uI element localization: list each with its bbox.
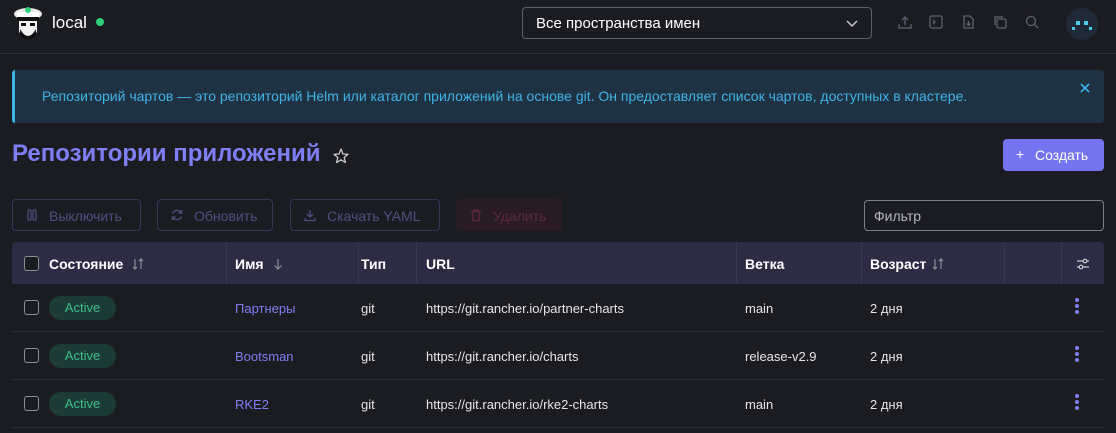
logo-icon[interactable] <box>12 4 44 44</box>
avatar-pattern-icon <box>1072 21 1092 30</box>
column-url-label: URL <box>426 256 455 272</box>
disable-button-label: Выключить <box>49 208 122 224</box>
sort-icon[interactable] <box>931 257 945 271</box>
repo-branch: main <box>745 397 774 412</box>
column-branch[interactable]: Ветка <box>737 242 862 284</box>
row-checkbox[interactable] <box>24 396 39 411</box>
user-avatar[interactable] <box>1066 8 1098 40</box>
status-badge: Active <box>49 344 116 368</box>
chevron-down-icon <box>846 20 858 28</box>
select-all-checkbox[interactable] <box>24 256 39 271</box>
plus-icon: + <box>1016 146 1025 162</box>
column-spacer <box>1005 242 1062 284</box>
repo-type: git <box>361 397 375 412</box>
cluster-status-dot <box>96 18 104 26</box>
star-icon[interactable] <box>332 147 350 165</box>
sliders-icon[interactable] <box>1076 257 1090 271</box>
search-icon[interactable] <box>1024 14 1040 30</box>
cluster-name[interactable]: local <box>52 13 87 33</box>
filter-input[interactable] <box>864 200 1104 231</box>
status-badge: Active <box>49 392 116 416</box>
more-vertical-icon[interactable] <box>1075 346 1079 366</box>
trash-icon <box>471 209 481 222</box>
upload-icon[interactable] <box>897 14 913 30</box>
table-row[interactable]: Active Партнеры git https://git.rancher.… <box>12 284 1104 332</box>
repo-branch: main <box>745 301 774 316</box>
disable-button[interactable]: Выключить <box>12 199 141 231</box>
repo-age: 2 дня <box>870 349 903 364</box>
repo-url: https://git.rancher.io/rke2-charts <box>426 397 609 412</box>
column-age[interactable]: Возраст <box>862 242 1005 284</box>
repo-name-link[interactable]: Bootsman <box>235 349 294 364</box>
table-header: Состояние Имя Тип URL Ветка Возраст <box>12 242 1104 284</box>
top-header: local Все пространства имен <box>0 0 1116 54</box>
page-title: Репозитории приложений <box>12 140 321 167</box>
column-state-label: Состояние <box>49 256 124 272</box>
refresh-button[interactable]: Обновить <box>157 199 273 231</box>
more-vertical-icon[interactable] <box>1075 394 1079 414</box>
sort-down-icon[interactable] <box>271 257 285 271</box>
column-type-label: Тип <box>361 256 387 272</box>
status-badge: Active <box>49 296 116 320</box>
repo-name-link[interactable]: RKE2 <box>235 397 269 412</box>
row-checkbox[interactable] <box>24 300 39 315</box>
table-row[interactable]: Active Bootsman git https://git.rancher.… <box>12 332 1104 380</box>
repo-name-link[interactable]: Партнеры <box>235 301 295 316</box>
table-row[interactable]: Active RKE2 git https://git.rancher.io/r… <box>12 380 1104 428</box>
banner-text: Репозиторий чартов — это репозиторий Hel… <box>42 88 968 104</box>
terminal-icon[interactable] <box>928 14 944 30</box>
sort-icon[interactable] <box>131 257 145 271</box>
column-branch-label: Ветка <box>745 256 785 272</box>
download-yaml-button[interactable]: Скачать YAML <box>290 199 440 231</box>
repo-url: https://git.rancher.io/charts <box>426 349 579 364</box>
download-file-icon[interactable] <box>960 14 976 30</box>
column-state[interactable]: Состояние <box>12 242 227 284</box>
copy-icon[interactable] <box>992 14 1008 30</box>
pause-icon <box>27 209 37 221</box>
column-url[interactable]: URL <box>417 242 737 284</box>
repo-type: git <box>361 349 375 364</box>
namespace-select-value: Все пространства имен <box>536 15 701 32</box>
repo-age: 2 дня <box>870 301 903 316</box>
info-banner: Репозиторий чартов — это репозиторий Hel… <box>12 70 1104 123</box>
column-settings[interactable] <box>1062 242 1104 284</box>
repo-age: 2 дня <box>870 397 903 412</box>
refresh-button-label: Обновить <box>194 208 258 224</box>
column-age-label: Возраст <box>870 256 927 272</box>
create-button-label: Создать <box>1035 147 1089 163</box>
more-vertical-icon[interactable] <box>1075 298 1079 318</box>
download-icon <box>304 210 316 222</box>
row-checkbox[interactable] <box>24 348 39 363</box>
repo-type: git <box>361 301 375 316</box>
close-icon[interactable] <box>1078 81 1092 95</box>
column-name[interactable]: Имя <box>227 242 359 284</box>
repo-branch: release-v2.9 <box>745 349 817 364</box>
column-type[interactable]: Тип <box>359 242 417 284</box>
namespace-select[interactable]: Все пространства имен <box>522 7 872 39</box>
repo-url: https://git.rancher.io/partner-charts <box>426 301 624 316</box>
delete-button[interactable]: Удалить <box>456 199 562 231</box>
delete-button-label: Удалить <box>493 208 547 224</box>
column-name-label: Имя <box>235 256 264 272</box>
create-button[interactable]: + Создать <box>1003 139 1104 171</box>
refresh-icon <box>171 209 183 221</box>
download-yaml-button-label: Скачать YAML <box>327 208 421 224</box>
